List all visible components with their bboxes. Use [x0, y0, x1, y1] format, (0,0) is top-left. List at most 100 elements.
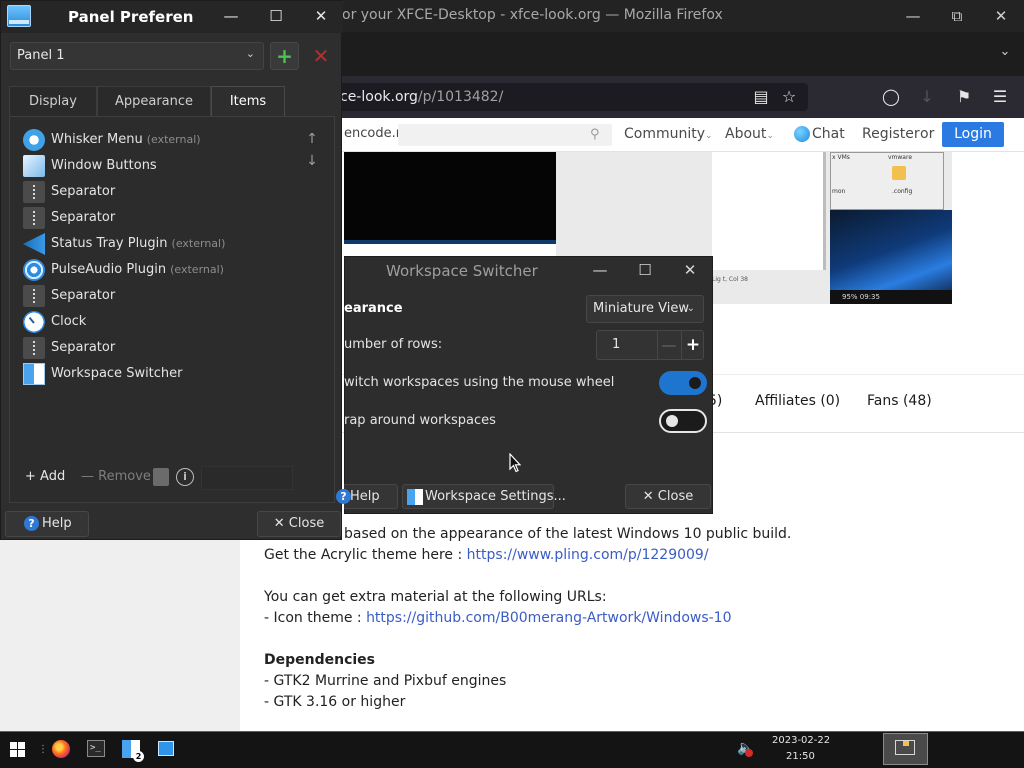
- firefox-restore-button[interactable]: ⧉: [946, 6, 968, 26]
- pocket-icon[interactable]: ◯: [880, 86, 902, 108]
- panel-preferences-title: Panel Preferen: [68, 8, 194, 26]
- downloads-icon[interactable]: ↓: [916, 86, 938, 108]
- folder-icon: [892, 166, 906, 180]
- tab-fans[interactable]: Fans (48): [867, 393, 932, 409]
- workspace-settings-button[interactable]: Workspace Settings...: [402, 484, 566, 509]
- close-window-button[interactable]: ✕: [679, 260, 701, 280]
- remove-item-button[interactable]: — Remove: [81, 466, 151, 490]
- maximize-button[interactable]: ☐: [265, 6, 287, 26]
- product-screenshot-taskbar: [344, 240, 556, 244]
- help-button[interactable]: ? Help: [5, 511, 89, 537]
- start-menu-windows-icon[interactable]: [10, 742, 26, 758]
- tab-display[interactable]: Display: [9, 86, 97, 117]
- site-search-input[interactable]: [398, 124, 612, 146]
- terminal-icon[interactable]: >_: [87, 740, 105, 757]
- rows-value-input[interactable]: 1: [612, 337, 620, 352]
- firefox-minimize-button[interactable]: —: [902, 6, 924, 26]
- panel-select-dropdown[interactable]: Panel 1 ⌄: [10, 42, 264, 70]
- help-button[interactable]: ? Help: [336, 484, 398, 509]
- icon-theme-link[interactable]: https://github.com/B00merang-Artwork/Win…: [366, 610, 731, 626]
- nav-about[interactable]: About⌄: [725, 126, 774, 142]
- window-buttons-icon: [23, 155, 45, 177]
- firefox-icon[interactable]: [52, 740, 70, 758]
- panel-preferences-window: Panel Preferen — ☐ ✕ Panel 1 ⌄ + ✕ Displ…: [0, 0, 343, 540]
- move-down-arrow-icon[interactable]: ↓: [303, 153, 321, 171]
- item-name: Separator: [51, 210, 116, 225]
- add-panel-button[interactable]: +: [270, 42, 299, 70]
- dependency-item: - GTK 3.16 or higher: [264, 694, 406, 710]
- tab-appearance[interactable]: Appearance: [97, 86, 211, 117]
- url-text[interactable]: ce-look.org/p/1013482/: [340, 89, 503, 105]
- menu-hamburger-icon[interactable]: ☰: [989, 86, 1011, 108]
- item-name: Separator: [51, 184, 116, 199]
- bookmark-star-icon[interactable]: ☆: [778, 86, 800, 108]
- firefox-close-button[interactable]: ✕: [990, 6, 1012, 26]
- minimize-button[interactable]: —: [589, 260, 611, 280]
- windows-logo-tile: [10, 750, 17, 757]
- maximize-button[interactable]: ☐: [634, 260, 656, 280]
- list-item-label: Whisker Menu (external): [51, 132, 201, 147]
- url-host: ce-look.org: [340, 89, 418, 105]
- decrement-button[interactable]: —: [657, 331, 680, 359]
- nav-register[interactable]: Register: [862, 126, 920, 142]
- dependencies-heading: Dependencies: [264, 652, 375, 668]
- chevron-down-icon: ⌄: [686, 303, 695, 314]
- increment-button[interactable]: +: [681, 331, 704, 359]
- list-all-tabs-chevron-icon[interactable]: ⌄: [994, 44, 1016, 64]
- nav-community[interactable]: Community⌄: [624, 126, 713, 142]
- close-button[interactable]: ✕ Close: [257, 511, 341, 537]
- nav-chat[interactable]: Chat: [812, 126, 845, 142]
- search-icon[interactable]: ⚲: [590, 127, 600, 142]
- item-name: Window Buttons: [51, 158, 157, 173]
- close-button[interactable]: ✕ Close: [625, 484, 711, 509]
- separator-icon: [23, 337, 45, 359]
- plus-icon: +: [25, 469, 41, 484]
- add-item-label: Add: [40, 469, 66, 484]
- edit-item-icon[interactable]: [153, 468, 169, 486]
- appearance-dropdown[interactable]: Miniature View ⌄: [586, 295, 704, 323]
- panel-select-value: Panel 1: [17, 48, 65, 63]
- nav-community-label: Community: [624, 126, 706, 142]
- chat-icon[interactable]: [794, 126, 810, 142]
- separator-icon: [23, 285, 45, 307]
- item-name: Status Tray Plugin: [51, 236, 168, 251]
- url-path: /p/1013482/: [417, 89, 504, 105]
- windows-logo-tile: [10, 742, 17, 749]
- remove-panel-button[interactable]: ✕: [307, 42, 335, 70]
- pulseaudio-icon: [23, 259, 45, 281]
- nav-or: or: [920, 126, 935, 142]
- minimize-button[interactable]: —: [220, 6, 242, 26]
- close-window-button[interactable]: ✕: [310, 6, 332, 26]
- clock-date[interactable]: 2023-02-22: [772, 735, 830, 746]
- description-text: - Icon theme :: [264, 610, 367, 626]
- windows-logo-tile: [18, 742, 25, 749]
- site-logo-fragment[interactable]: encode.n: [344, 126, 404, 141]
- about-item-info-icon[interactable]: i: [176, 468, 194, 486]
- mouse-wheel-toggle[interactable]: [659, 371, 707, 395]
- wrap-around-toggle[interactable]: [659, 409, 707, 433]
- clock-time[interactable]: 21:50: [786, 751, 815, 762]
- login-button[interactable]: Login: [942, 122, 1004, 147]
- nav-about-label: About: [725, 126, 767, 142]
- help-icon: ?: [24, 516, 39, 531]
- panel-preferences-icon[interactable]: [158, 741, 174, 756]
- move-up-arrow-icon[interactable]: ↑: [303, 131, 321, 149]
- close-icon: ✕: [273, 516, 289, 531]
- tab-affiliates[interactable]: Affiliates (0): [755, 393, 840, 409]
- folder-icon: [903, 741, 909, 746]
- acrylic-theme-link[interactable]: https://www.pling.com/p/1229009/: [467, 547, 709, 563]
- panel-items-list: [9, 116, 335, 503]
- description-line: based on the appearance of the latest Wi…: [344, 526, 792, 542]
- add-item-button[interactable]: + Add: [25, 466, 75, 490]
- workspace-switcher-icon: [23, 363, 45, 385]
- screenshot-statusline: Lig t, Col 38: [712, 276, 748, 283]
- list-item-label: Status Tray Plugin (external): [51, 236, 225, 251]
- dependencies-heading-text: Dependencies: [264, 652, 376, 668]
- extensions-icon[interactable]: ⚑: [953, 86, 975, 108]
- product-screenshot-dark[interactable]: [344, 152, 556, 244]
- reader-view-icon[interactable]: ▤: [750, 86, 772, 108]
- tab-items[interactable]: Items: [211, 86, 285, 117]
- appearance-value: Miniature View: [593, 301, 690, 316]
- help-label: Help: [42, 516, 72, 531]
- screenshot-taskbar: 95% 09:35: [830, 290, 952, 304]
